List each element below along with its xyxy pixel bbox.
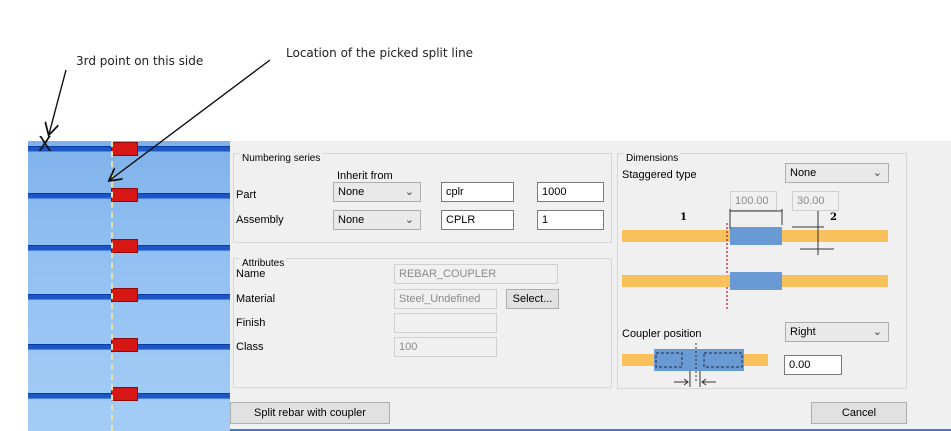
staggered-type-value: None [790, 167, 817, 179]
side-point-arrow [49, 69, 67, 134]
chevron-down-icon: ⌄ [404, 186, 414, 198]
rebar-coupler[interactable] [111, 239, 138, 253]
part-inherit-value: None [338, 186, 365, 198]
rebar-coupler[interactable] [111, 338, 138, 352]
part-inherit-select[interactable]: None ⌄ [333, 182, 421, 202]
inherit-from-label: Inherit from [337, 170, 393, 182]
part-prefix-field[interactable]: cplr [441, 182, 514, 202]
assembly-inherit-value: None [338, 214, 365, 226]
rebar-model-view[interactable] [28, 141, 230, 431]
chevron-down-icon: ⌄ [872, 167, 882, 179]
numbering-title: Numbering series [240, 153, 323, 165]
annotation-split-line: Location of the picked split line [286, 46, 474, 60]
staggered-type-label: Staggered type [622, 169, 697, 181]
coupler-position-value: Right [790, 326, 816, 338]
chevron-down-icon: ⌄ [872, 326, 882, 338]
assembly-inherit-select[interactable]: None ⌄ [333, 210, 421, 230]
diagram-coupler-top [730, 227, 782, 245]
split-line [111, 141, 113, 431]
staggered-diagram [622, 209, 888, 309]
name-label: Name [236, 268, 266, 280]
split-rebar-button[interactable]: Split rebar with coupler [230, 402, 390, 424]
rebar-coupler[interactable] [111, 288, 138, 302]
material-field[interactable]: Steel_Undefined [394, 289, 497, 309]
coupler-position-label: Coupler position [622, 328, 702, 340]
assembly-label: Assembly [236, 214, 284, 226]
staggered-type-select[interactable]: None ⌄ [785, 163, 889, 183]
class-field[interactable]: 100 [394, 337, 497, 357]
cross-mark: X [38, 132, 52, 156]
coupler-offset-field[interactable]: 0.00 [784, 355, 842, 375]
rebar-coupler[interactable] [111, 142, 138, 156]
class-label: Class [236, 341, 264, 353]
select-material-button[interactable]: Select... [506, 289, 559, 309]
part-start-field[interactable]: 1000 [537, 182, 604, 202]
diagram-coupler-bottom [730, 272, 782, 290]
rebar-coupler[interactable] [111, 387, 138, 401]
coupler-position-diagram [622, 343, 768, 387]
chevron-down-icon: ⌄ [404, 214, 414, 226]
dimensions-title: Dimensions [624, 153, 681, 165]
cancel-button[interactable]: Cancel [811, 402, 907, 424]
finish-label: Finish [236, 317, 266, 329]
coupler-dialog: Numbering series Inherit from Part None … [230, 141, 951, 431]
coupler-position-select[interactable]: Right ⌄ [785, 322, 889, 342]
material-label: Material [236, 293, 276, 305]
rebar-coupler[interactable] [111, 188, 138, 202]
annotation-side-point: 3rd point on this side [76, 54, 204, 68]
assembly-start-field[interactable]: 1 [537, 210, 604, 230]
assembly-prefix-field[interactable]: CPLR [441, 210, 514, 230]
part-label: Part [236, 189, 257, 201]
name-field[interactable]: REBAR_COUPLER [394, 264, 558, 284]
finish-field[interactable] [394, 313, 497, 333]
